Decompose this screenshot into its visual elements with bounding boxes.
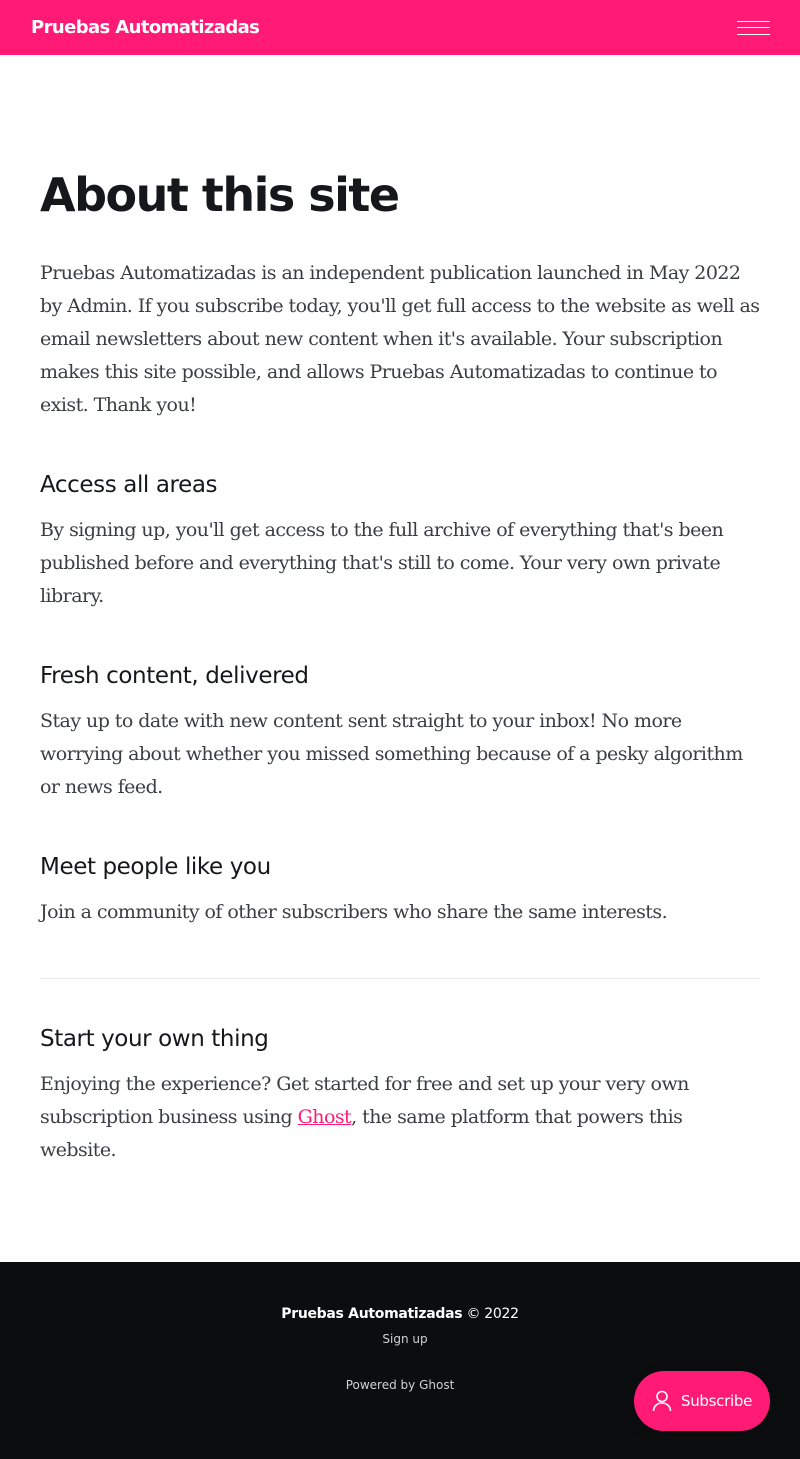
section-access-all-areas: Access all areas By signing up, you'll g… (40, 470, 760, 613)
page-title: About this site (40, 168, 400, 222)
section-text: By signing up, you'll get access to the … (40, 519, 724, 607)
section-fresh-content: Fresh content, delivered Stay up to date… (40, 661, 760, 804)
section-divider (40, 978, 760, 979)
intro-paragraph: Pruebas Automatizadas is an independent … (40, 262, 760, 416)
hamburger-menu-icon[interactable] (737, 20, 770, 35)
copyright-year: © 2022 (466, 1306, 519, 1322)
section-heading: Meet people like you (40, 854, 271, 880)
footer-copyright: Pruebas Automatizadas © 2022 (0, 1306, 800, 1322)
portal-subscribe-button[interactable]: Subscribe (634, 1371, 770, 1431)
user-icon (652, 1390, 672, 1412)
section-text: Join a community of other subscribers wh… (40, 901, 668, 923)
section-heading: Start your own thing (40, 1026, 269, 1052)
subscribe-label: Subscribe (681, 1392, 752, 1410)
page-content: About this site Pruebas Automatizadas is… (40, 165, 760, 1167)
menu-line (737, 33, 770, 35)
section-heading: Fresh content, delivered (40, 663, 309, 689)
site-header: Pruebas Automatizadas (0, 0, 800, 55)
section-meet-people: Meet people like you Join a community of… (40, 852, 760, 929)
footer-signup-link[interactable]: Sign up (0, 1332, 800, 1346)
ghost-link[interactable]: Ghost (298, 1106, 352, 1128)
section-text: Enjoying the experience? Get started for… (40, 1068, 760, 1167)
site-brand-link[interactable]: Pruebas Automatizadas (31, 17, 260, 38)
menu-line (737, 27, 770, 28)
section-start-your-own: Start your own thing Enjoying the experi… (40, 1024, 760, 1167)
section-heading: Access all areas (40, 472, 218, 498)
section-text: Stay up to date with new content sent st… (40, 710, 743, 798)
footer-site-name[interactable]: Pruebas Automatizadas (281, 1306, 462, 1322)
menu-line (737, 20, 770, 22)
